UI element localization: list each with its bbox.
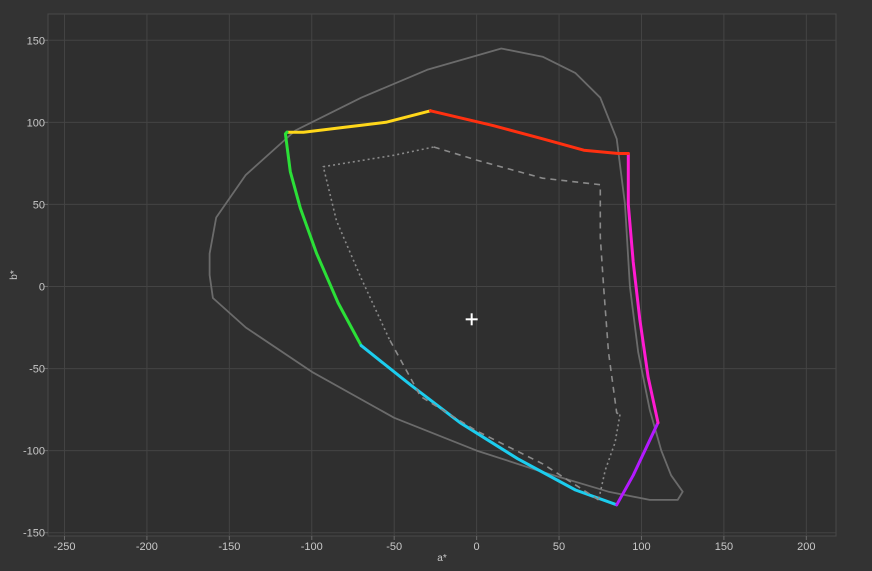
x-axis-label: a*: [437, 553, 447, 564]
y-tick-label: -150: [23, 528, 45, 540]
y-tick-label: 0: [39, 281, 45, 293]
x-tick-label: -150: [218, 541, 240, 553]
x-tick-label: 50: [553, 541, 565, 553]
y-tick-label: -100: [23, 446, 45, 458]
x-tick-label: -100: [301, 541, 323, 553]
y-tick-label: 100: [27, 117, 45, 129]
x-tick-label: -50: [386, 541, 402, 553]
x-tick-label: 200: [797, 541, 815, 553]
x-tick-label: 100: [632, 541, 650, 553]
x-tick-label: 150: [715, 541, 733, 553]
x-tick-label: 0: [474, 541, 480, 553]
gamut-chart: -250 -200 -150 -100 -50 0 50 100 150 200 -150 -100 -…: [9, 13, 837, 564]
y-tick-label: 150: [27, 35, 45, 47]
x-tick-label: -250: [53, 541, 75, 553]
y-axis-label: b*: [9, 270, 20, 280]
y-tick-label: 50: [33, 199, 45, 211]
plot-area: [47, 13, 837, 537]
x-tick-label: -200: [136, 541, 158, 553]
y-tick-label: -50: [29, 364, 45, 376]
